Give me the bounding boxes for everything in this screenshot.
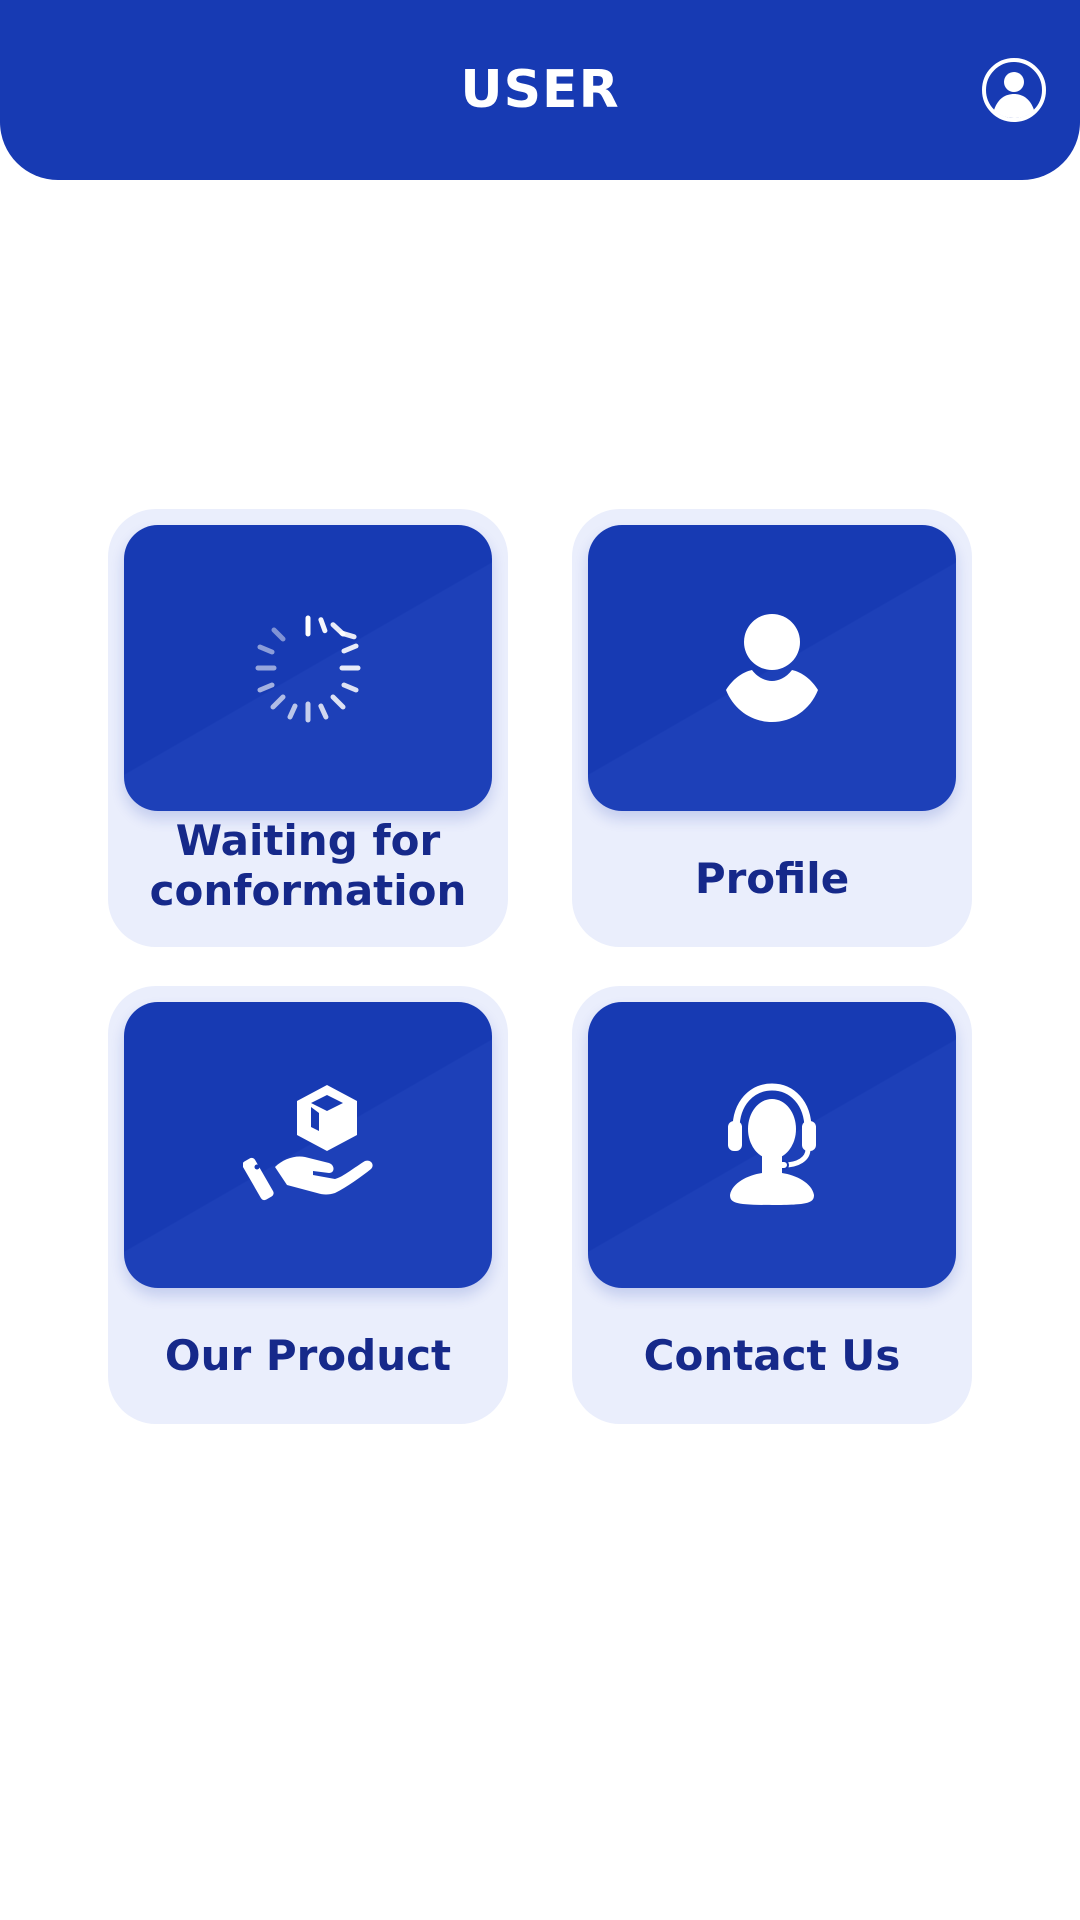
tile-contact-us[interactable]: Contact Us (572, 986, 972, 1424)
app-header: USER (0, 0, 1080, 180)
hand-box-icon (243, 1085, 373, 1201)
tile-label: Our Product (164, 1331, 452, 1380)
page-title: USER (460, 60, 620, 120)
tile-icon-box (588, 1002, 956, 1288)
tile-icon-box (588, 525, 956, 811)
tile-waiting-for-confirmation[interactable]: Waiting for conformation (108, 509, 508, 947)
tile-label: Contact Us (643, 1331, 901, 1380)
person-icon (726, 614, 818, 722)
tile-label-line-1: Waiting for (175, 816, 441, 865)
tile-icon-box (124, 1002, 492, 1288)
account-button[interactable] (980, 56, 1048, 124)
tile-label: Profile (694, 854, 850, 903)
tile-label: Waiting for conformation (108, 811, 508, 921)
tile-icon-box (124, 525, 492, 811)
tile-profile[interactable]: Profile (572, 509, 972, 947)
loading-spinner-icon (255, 615, 361, 723)
tile-our-product[interactable]: Our Product (108, 986, 508, 1424)
user-circle-icon (982, 58, 1046, 122)
tile-label-line-2: conformation (149, 866, 467, 915)
headset-support-icon (728, 1083, 816, 1205)
user-dashboard-screen: USER Waiting for conformation Profile Ou… (0, 0, 1080, 1920)
